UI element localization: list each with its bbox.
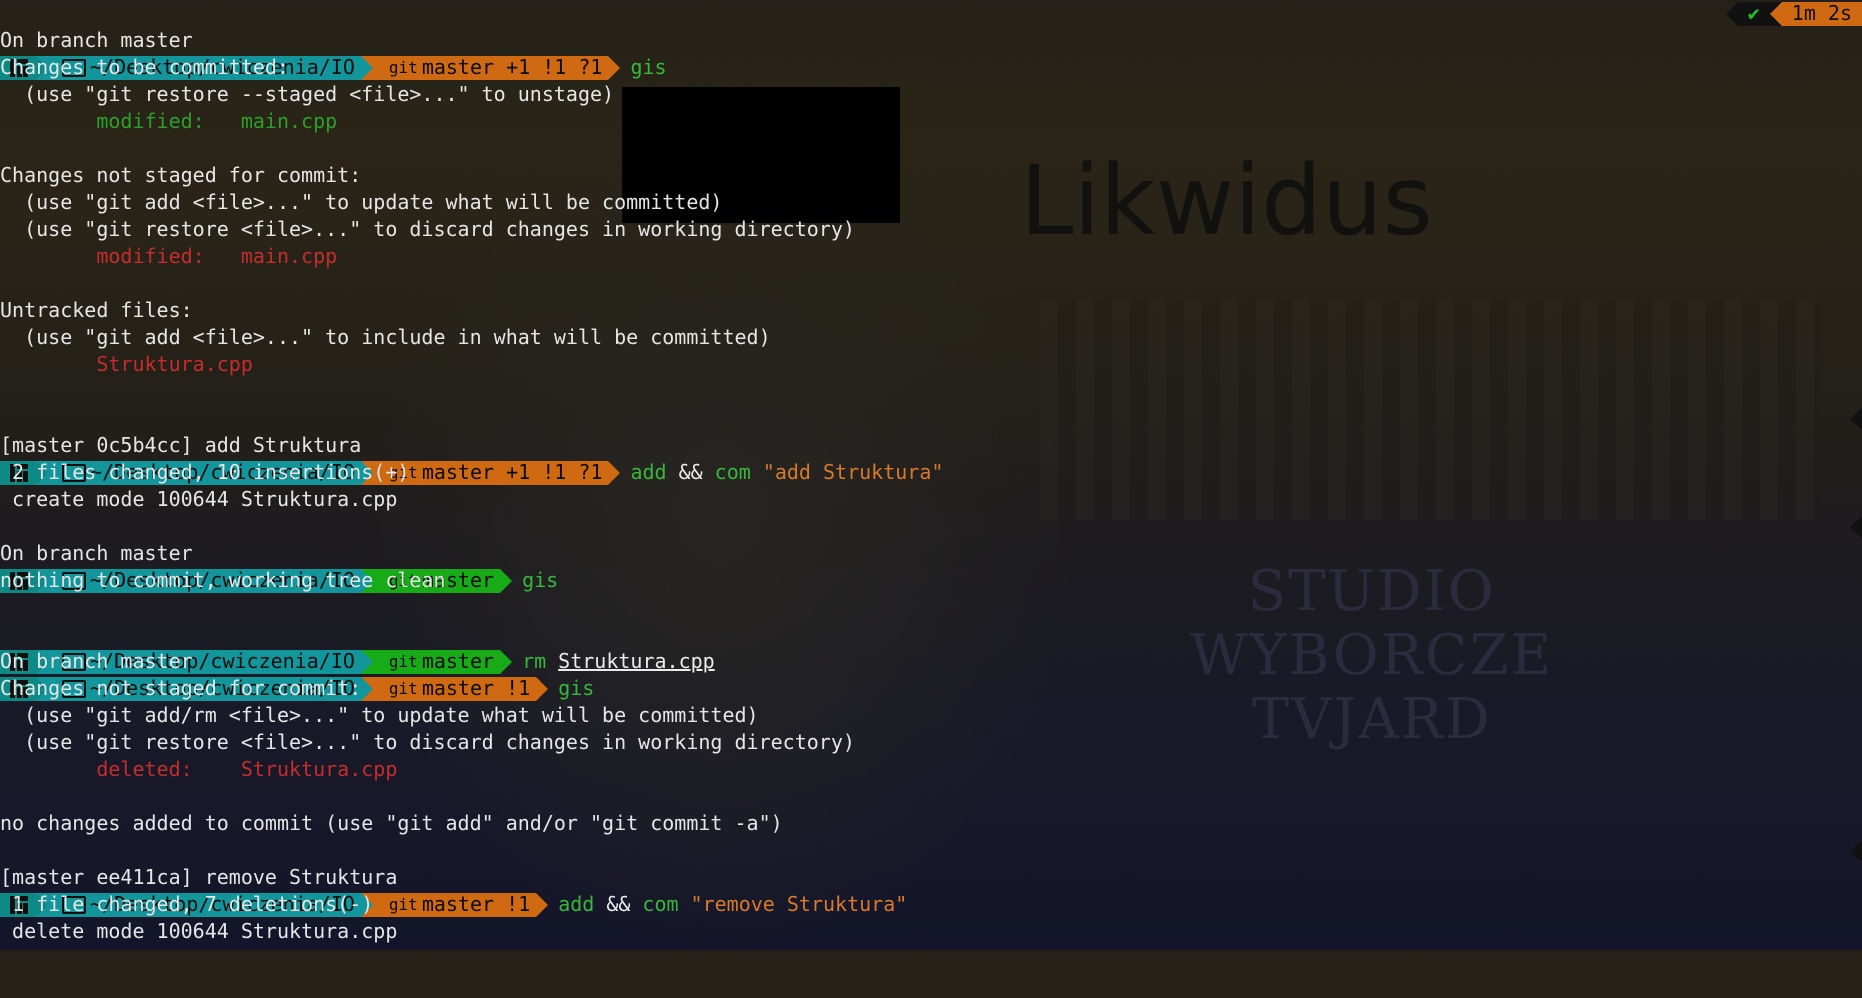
output-line: Changes to be committed:: [0, 55, 289, 79]
prompt-line: ~/Desktop/cwiczenia/IO git master rm Str…: [0, 594, 1862, 674]
output-line: modified: main.cpp: [0, 244, 338, 268]
output-line: On branch master: [0, 541, 193, 565]
prompt-line: ~/Desktop/cwiczenia/IO git master +1 !1 …: [0, 0, 1862, 80]
right-edge-marker: [1850, 516, 1862, 538]
checkmark-icon: ✔: [1737, 1, 1770, 26]
output-line: Untracked files:: [0, 298, 193, 322]
prompt-line: ~/Desktop/cwiczenia/IO git master !1 add…: [0, 837, 1862, 917]
output-line: delete mode 100644 Struktura.cpp: [0, 919, 398, 943]
output-line: no changes added to commit (use "git add…: [0, 811, 783, 835]
output-line: create mode 100644 Struktura.cpp: [0, 487, 398, 511]
output-line: (use "git add/rm <file>..." to update wh…: [0, 703, 759, 727]
output-line: On branch master: [0, 28, 193, 52]
output-line: nothing to commit, working tree clean: [0, 568, 446, 592]
output-line: [master 0c5b4cc] add Struktura: [0, 433, 362, 457]
output-line: Changes not staged for commit:: [0, 163, 362, 187]
prompt-line: ~/Desktop/cwiczenia/IO git master !1 gis: [0, 621, 1862, 701]
output-line: On branch master: [0, 649, 193, 673]
right-edge-marker: [1850, 408, 1862, 430]
output-line: (use "git restore <file>..." to discard …: [0, 730, 855, 754]
output-line: Struktura.cpp: [0, 352, 253, 376]
prompt-line: ~/Desktop/cwiczenia/IO git master +1 !1 …: [0, 405, 1862, 485]
right-prompt-status: ✔ 1m 2s: [1725, 1, 1862, 26]
output-line: modified: main.cpp: [0, 109, 338, 133]
right-edge-marker: [1850, 840, 1862, 862]
terminal-output[interactable]: ~/Desktop/cwiczenia/IO git master +1 !1 …: [0, 0, 1862, 945]
output-line: (use "git add <file>..." to update what …: [0, 190, 723, 214]
output-line: (use "git add <file>..." to include in w…: [0, 325, 771, 349]
file-name: main.cpp: [240, 109, 338, 133]
output-line: Changes not staged for commit:: [0, 676, 362, 700]
output-line: (use "git restore <file>..." to discard …: [0, 217, 855, 241]
file-name: main.cpp: [240, 244, 338, 268]
output-line: deleted: Struktura.cpp: [0, 757, 398, 781]
output-line: 2 files changed, 10 insertions(+): [0, 460, 410, 484]
output-line: (use "git restore --staged <file>..." to…: [0, 82, 615, 106]
command-duration: 1m 2s: [1781, 1, 1862, 26]
prompt-line: ~/Desktop/cwiczenia/IO git master gis: [0, 513, 1862, 593]
output-line: [master ee411ca] remove Struktura: [0, 865, 398, 889]
output-line: 1 file changed, 7 deletions(-): [0, 892, 374, 916]
file-name: Struktura.cpp: [240, 757, 398, 781]
